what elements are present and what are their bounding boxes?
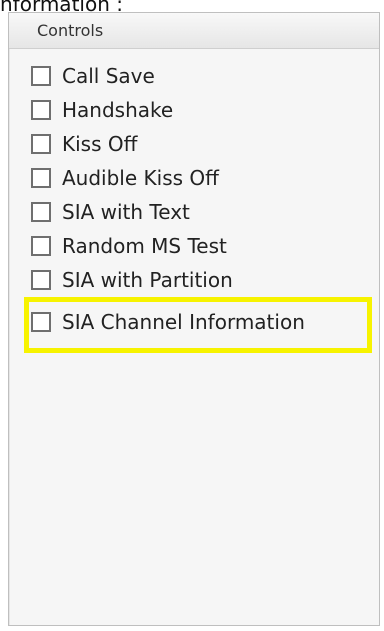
label-audible-kiss-off: Audible Kiss Off (62, 166, 219, 190)
page: nformation : Controls Call Save Handshak… (0, 0, 384, 631)
panel-title: Controls (9, 13, 379, 49)
checkbox-call-save[interactable] (31, 66, 51, 86)
label-call-save: Call Save (62, 64, 155, 88)
control-audible-kiss-off[interactable]: Audible Kiss Off (9, 161, 379, 195)
checkbox-sia-channel-information[interactable] (31, 312, 51, 332)
control-sia-channel-information[interactable]: SIA Channel Information (9, 305, 379, 339)
control-call-save[interactable]: Call Save (9, 59, 379, 93)
label-sia-channel-information: SIA Channel Information (62, 310, 305, 334)
label-sia-with-partition: SIA with Partition (62, 268, 233, 292)
label-kiss-off: Kiss Off (62, 132, 138, 156)
label-handshake: Handshake (62, 98, 174, 122)
control-kiss-off[interactable]: Kiss Off (9, 127, 379, 161)
control-sia-with-text[interactable]: SIA with Text (9, 195, 379, 229)
checkbox-audible-kiss-off[interactable] (31, 168, 51, 188)
label-sia-with-text: SIA with Text (62, 200, 190, 224)
checkbox-sia-with-partition[interactable] (31, 270, 51, 290)
control-handshake[interactable]: Handshake (9, 93, 379, 127)
label-random-ms-test: Random MS Test (62, 234, 227, 258)
checkbox-sia-with-text[interactable] (31, 202, 51, 222)
controls-list: Call Save Handshake Kiss Off Audible Kis… (9, 59, 379, 297)
control-sia-with-partition[interactable]: SIA with Partition (9, 263, 379, 297)
checkbox-handshake[interactable] (31, 100, 51, 120)
checkbox-kiss-off[interactable] (31, 134, 51, 154)
controls-panel: Controls Call Save Handshake Kiss Off Au… (8, 12, 380, 626)
checkbox-random-ms-test[interactable] (31, 236, 51, 256)
control-random-ms-test[interactable]: Random MS Test (9, 229, 379, 263)
